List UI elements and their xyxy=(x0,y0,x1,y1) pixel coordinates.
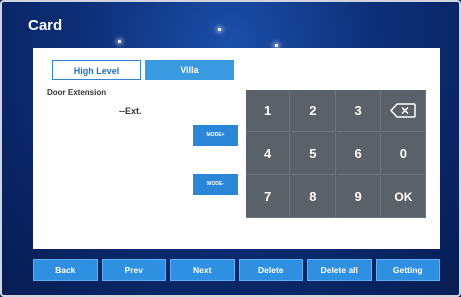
ok-button[interactable]: OK xyxy=(381,176,426,218)
key-6[interactable]: 6 xyxy=(336,133,381,175)
back-button[interactable]: Back xyxy=(33,259,98,281)
prev-button[interactable]: Prev xyxy=(101,259,166,281)
key-2[interactable]: 2 xyxy=(291,90,336,132)
card-panel: High Level Villa Door Extension --Ext. M… xyxy=(33,48,440,249)
backspace-icon xyxy=(390,103,417,118)
key-5[interactable]: 5 xyxy=(291,133,336,175)
ext-value[interactable]: --Ext. xyxy=(119,106,142,116)
numeric-keypad: 1 2 3 4 5 6 0 7 8 9 OK xyxy=(246,90,426,218)
key-0[interactable]: 0 xyxy=(381,133,426,175)
mode-minus-button[interactable]: MODE- xyxy=(193,174,238,195)
key-3[interactable]: 3 xyxy=(336,90,381,132)
bottom-toolbar: Back Prev Next Delete Delete all Getting xyxy=(33,259,440,281)
mode-plus-button[interactable]: MODE+ xyxy=(193,125,238,146)
delete-button[interactable]: Delete xyxy=(238,259,303,281)
key-9[interactable]: 9 xyxy=(336,176,381,218)
key-7[interactable]: 7 xyxy=(246,176,291,218)
door-extension-label: Door Extension xyxy=(47,88,107,97)
sparkle-icon xyxy=(218,28,221,31)
backspace-button[interactable] xyxy=(381,90,426,132)
tab-high-level[interactable]: High Level xyxy=(52,60,141,80)
key-1[interactable]: 1 xyxy=(246,90,291,132)
key-8[interactable]: 8 xyxy=(291,176,336,218)
getting-button[interactable]: Getting xyxy=(375,259,440,281)
page-title: Card xyxy=(28,17,63,34)
delete-all-button[interactable]: Delete all xyxy=(307,259,372,281)
next-button[interactable]: Next xyxy=(170,259,235,281)
key-4[interactable]: 4 xyxy=(246,133,291,175)
sparkle-icon xyxy=(118,40,121,43)
tab-villa[interactable]: Villa xyxy=(145,60,234,80)
sparkle-icon xyxy=(275,44,278,47)
